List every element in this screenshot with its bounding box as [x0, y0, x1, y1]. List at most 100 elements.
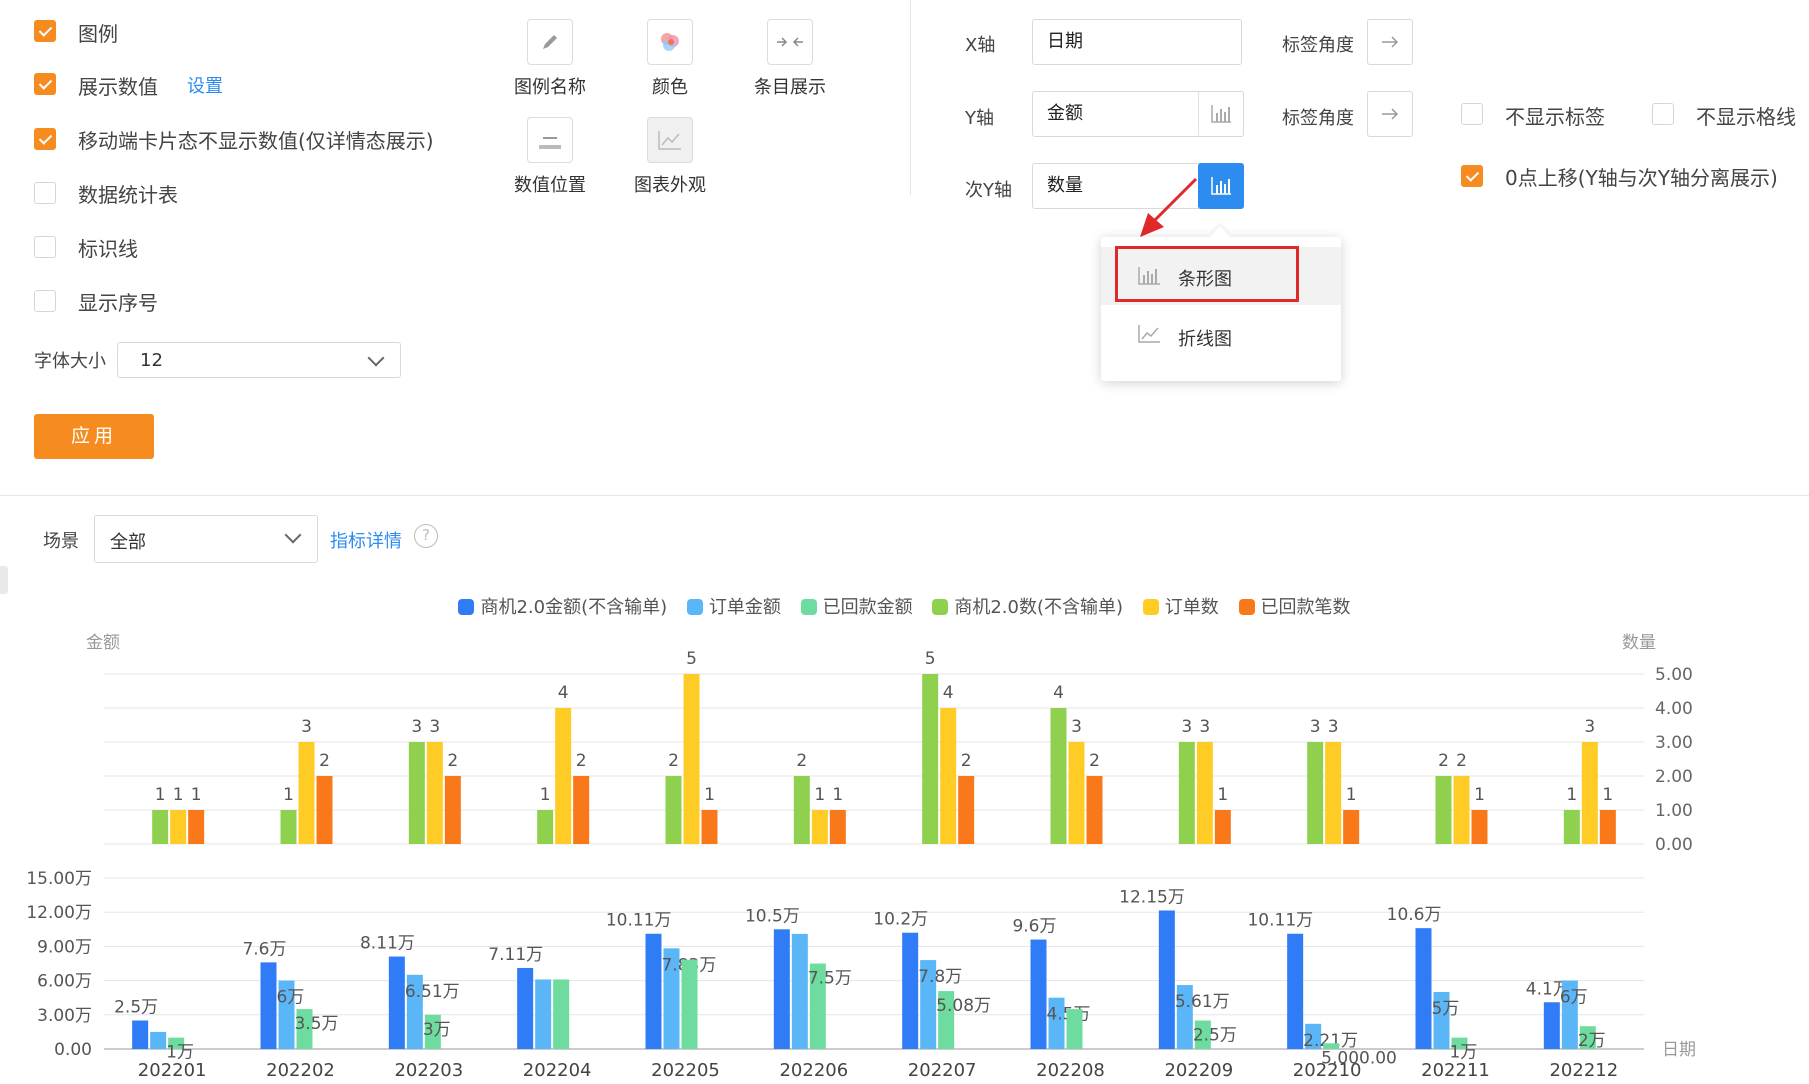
amount-bar: [645, 933, 662, 1049]
count-data-label: 2: [447, 751, 458, 771]
y-tick-label: 9.00万: [37, 937, 92, 957]
count-data-label: 3: [1584, 717, 1595, 737]
amount-bar: [553, 979, 570, 1049]
count-data-label: 5: [686, 649, 697, 669]
y2-tick-label: 3.00: [1655, 733, 1693, 753]
count-data-label: 1: [1602, 785, 1613, 805]
count-data-label: 3: [301, 717, 312, 737]
count-data-label: 1: [832, 785, 843, 805]
amount-data-label: 5,000.00: [1321, 1048, 1397, 1068]
count-data-label: 1: [704, 785, 715, 805]
count-data-label: 3: [1181, 717, 1192, 737]
count-bar: [573, 776, 590, 844]
y2-tick-label: 0.00: [1655, 835, 1693, 855]
x-tick-label: 202206: [779, 1060, 848, 1081]
count-bar: [1214, 810, 1231, 844]
count-bar: [280, 810, 297, 844]
y2-tick-label: 4.00: [1655, 699, 1693, 719]
count-bar: [555, 708, 572, 844]
x-axis-title: 日期: [1662, 1040, 1696, 1060]
count-data-label: 3: [1310, 717, 1321, 737]
amount-data-label: 7.11万: [488, 945, 543, 965]
y2-tick-label: 1.00: [1655, 801, 1693, 821]
count-data-label: 4: [943, 683, 954, 703]
count-bar: [1086, 776, 1103, 844]
amount-bar: [1287, 933, 1304, 1049]
count-data-label: 1: [1566, 785, 1577, 805]
amount-data-label: 1万: [1450, 1043, 1478, 1063]
count-data-label: 2: [961, 751, 972, 771]
x-tick-label: 202205: [651, 1060, 720, 1081]
x-tick-label: 202201: [138, 1060, 207, 1081]
count-bar: [1453, 776, 1470, 844]
amount-bar: [902, 932, 919, 1049]
count-bar: [1343, 810, 1360, 844]
count-bar: [958, 776, 975, 844]
y-tick-label: 3.00万: [37, 1006, 92, 1026]
count-bar: [1178, 742, 1195, 844]
x-tick-label: 202211: [1421, 1060, 1490, 1081]
count-bar: [537, 810, 554, 844]
amount-bar: [132, 1020, 149, 1049]
y-tick-label: 12.00万: [26, 903, 92, 923]
amount-data-label: 3万: [423, 1020, 451, 1040]
amount-data-label: 2.5万: [1193, 1026, 1237, 1046]
count-bar: [1563, 810, 1580, 844]
amount-bar: [388, 956, 405, 1049]
amount-bar: [1415, 928, 1432, 1049]
count-data-label: 1: [191, 785, 202, 805]
count-bar: [1471, 810, 1488, 844]
count-bar: [701, 810, 718, 844]
count-data-label: 2: [1089, 751, 1100, 771]
amount-data-label: 6万: [1560, 988, 1588, 1008]
count-data-label: 4: [1053, 683, 1064, 703]
amount-data-label: 10.2万: [873, 910, 928, 930]
amount-data-label: 6.51万: [405, 982, 460, 1002]
count-data-label: 4: [558, 683, 569, 703]
count-bar: [1307, 742, 1324, 844]
combo-bar-chart: 0.00 1.00 2.00 3.00 4.00 5.00 0.00 3.00万 6.00万 9.…: [26, 633, 1696, 1081]
amount-bar: [1030, 939, 1047, 1049]
count-data-label: 1: [155, 785, 166, 805]
count-data-label: 1: [1474, 785, 1485, 805]
count-bar: [170, 810, 187, 844]
amount-data-label: 8.11万: [360, 934, 415, 954]
amount-bar: [150, 1031, 167, 1049]
count-bar: [665, 776, 682, 844]
amount-data-label: 5.08万: [936, 996, 991, 1016]
amount-data-label: 5万: [1432, 999, 1460, 1019]
amount-bar: [1543, 1002, 1560, 1049]
count-data-label: 2: [1456, 751, 1467, 771]
y2-tick-label: 2.00: [1655, 767, 1693, 787]
x-tick-label: 202212: [1549, 1060, 1618, 1081]
count-data-label: 3: [1199, 717, 1210, 737]
y-axis-title: 金额: [86, 633, 120, 653]
amount-bar: [681, 959, 698, 1049]
y2-tick-label: 5.00: [1655, 665, 1693, 685]
x-tick-label: 202202: [266, 1060, 335, 1081]
count-bar: [1581, 742, 1598, 844]
count-bar: [426, 742, 443, 844]
count-bar: [298, 742, 315, 844]
amount-bar: [1066, 1009, 1083, 1049]
count-data-label: 2: [1438, 751, 1449, 771]
amount-bar: [517, 967, 534, 1049]
count-bar: [152, 810, 169, 844]
amount-data-label: 3.5万: [295, 1014, 339, 1034]
count-bar: [829, 810, 846, 844]
count-bar: [444, 776, 461, 844]
count-bar: [188, 810, 205, 844]
amount-data-label: 7.6万: [242, 939, 286, 959]
count-data-label: 3: [1071, 717, 1082, 737]
x-tick-label: 202207: [908, 1060, 977, 1081]
amount-data-label: 2.5万: [114, 998, 158, 1018]
count-data-label: 1: [1217, 785, 1228, 805]
amount-data-label: 10.11万: [1247, 911, 1313, 931]
count-bar: [940, 708, 957, 844]
count-bar: [793, 776, 810, 844]
amount-data-label: 7.8万: [918, 967, 962, 987]
amount-bar: [773, 929, 790, 1049]
amount-data-label: 12.15万: [1119, 887, 1185, 907]
count-data-label: 1: [540, 785, 551, 805]
count-bar: [408, 742, 425, 844]
